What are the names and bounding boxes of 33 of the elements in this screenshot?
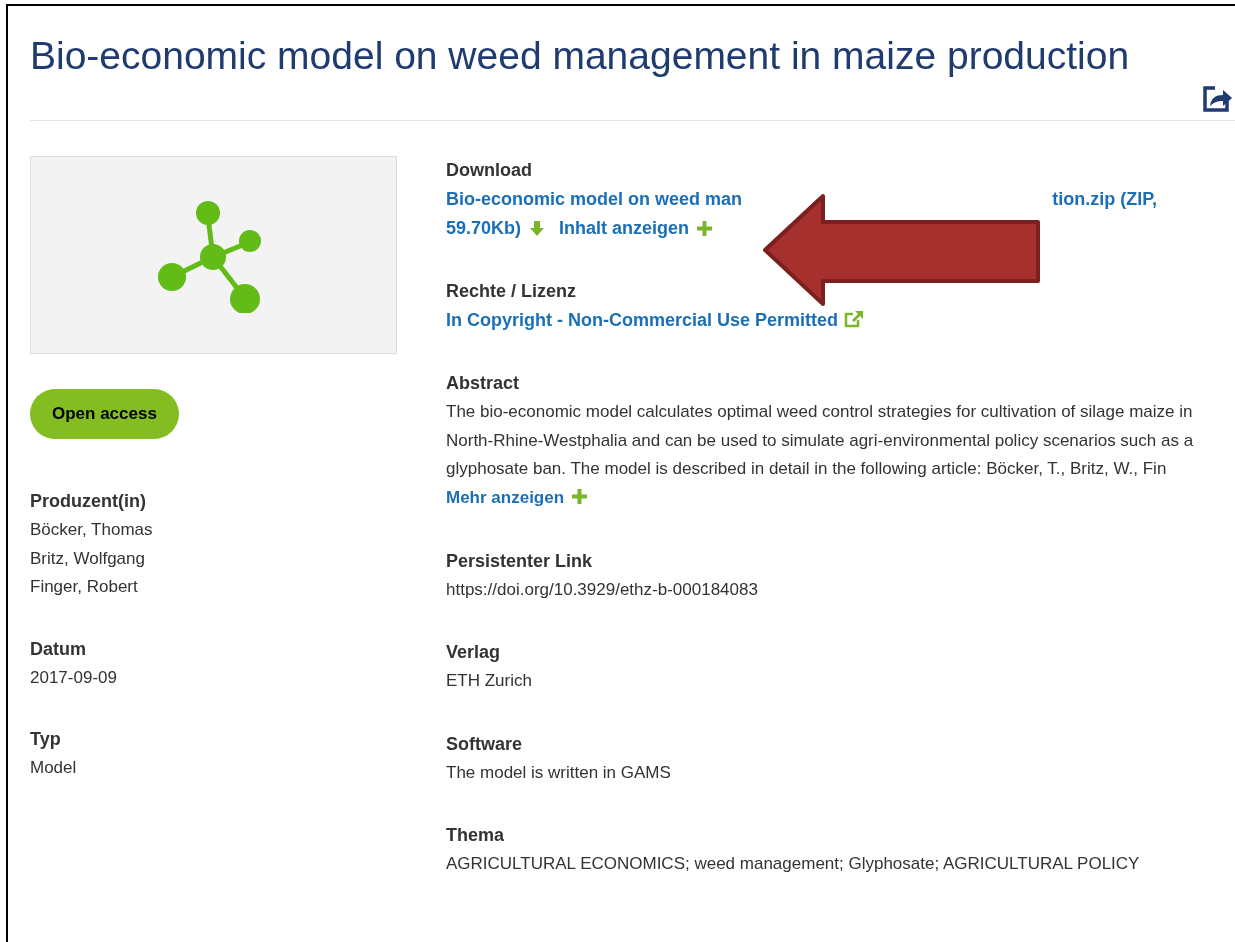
section-heading: Rechte / Lizenz xyxy=(446,280,578,303)
field-label: Thema xyxy=(446,824,506,848)
external-link-icon[interactable] xyxy=(844,310,864,328)
field-label: Produzent(in) xyxy=(30,490,147,513)
page-title: Bio-economic model on weed management in maize production xyxy=(30,33,1131,79)
field-value: 2017-09-09 xyxy=(30,666,118,689)
field-value: https://doi.org/10.3929/ethz-b-000184083 xyxy=(446,578,759,601)
field-value: Böcker, Thomas xyxy=(30,519,154,541)
file-size-link[interactable]: 59.70Kb) xyxy=(446,214,522,243)
download-link-end[interactable]: tion.zip (ZIP, xyxy=(1052,185,1157,214)
license-link[interactable]: In Copyright - Non-Commercial Use Permitted xyxy=(446,306,839,335)
download-link[interactable]: Bio-economic model on weed man xyxy=(446,185,743,214)
share-icon[interactable] xyxy=(1201,84,1233,114)
field-value: ETH Zurich xyxy=(446,670,533,693)
field-label: Verlag xyxy=(446,641,502,665)
show-content-link[interactable]: Inhalt anzeigen xyxy=(559,214,690,243)
plus-icon[interactable] xyxy=(572,489,588,505)
download-arrow-icon[interactable] xyxy=(529,220,546,237)
open-access-badge: Open access xyxy=(30,389,179,439)
plus-icon[interactable] xyxy=(697,221,713,236)
field-value: Model xyxy=(30,757,78,779)
field-value: Finger, Robert xyxy=(30,576,139,598)
show-more-link[interactable]: Mehr anzeigen xyxy=(446,484,565,513)
abstract-text: The bio-economic model calculates optimal weed control strategies for cultivation of silage maize in North-Rhine-Westphalia and can be used to simulate agri-environmental policy scenarios such as a glyphosate ban. The model is described in detail in the following article: Böcker, T., Britz, W., Fin Mehr anzeigen xyxy=(446,398,1235,513)
section-heading: Download xyxy=(446,159,533,182)
field-value: AGRICULTURAL ECONOMICS; weed management; Glyphosate; AGRICULTURAL POLICY xyxy=(446,853,1141,876)
field-value: Britz, Wolfgang xyxy=(30,547,146,570)
section-heading: Abstract xyxy=(446,372,521,395)
field-label: Software xyxy=(446,732,524,756)
field-label: Datum xyxy=(30,637,87,661)
field-label: Typ xyxy=(30,728,62,751)
field-value: The model is written in GAMS xyxy=(446,761,672,784)
field-label: Persistenter Link xyxy=(446,549,594,573)
